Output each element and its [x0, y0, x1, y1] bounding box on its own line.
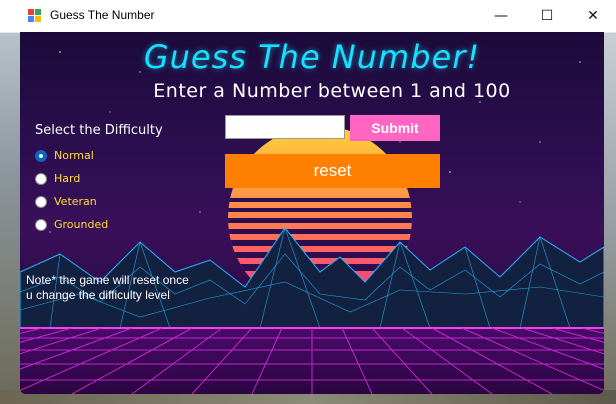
radio-icon[interactable] — [35, 196, 47, 208]
radio-selected-icon[interactable] — [35, 150, 47, 162]
submit-button[interactable]: Submit — [350, 115, 440, 141]
radio-label: Hard — [54, 172, 81, 185]
app-window: Guess The Number — ☐ ✕ Guess The Number!… — [0, 0, 616, 396]
maximize-button[interactable]: ☐ — [524, 0, 570, 32]
maximize-icon: ☐ — [540, 8, 554, 24]
radio-label: Veteran — [54, 195, 97, 208]
close-button[interactable]: ✕ — [570, 0, 616, 32]
game-subheading: Enter a Number between 1 and 100 — [153, 80, 511, 102]
radio-icon[interactable] — [35, 219, 47, 231]
close-icon: ✕ — [587, 8, 599, 24]
number-input[interactable] — [225, 115, 345, 139]
window-title: Guess The Number — [50, 8, 155, 22]
app-icon — [28, 9, 42, 23]
title-bar[interactable]: Guess The Number — ☐ ✕ — [0, 0, 616, 33]
minimize-icon: — — [494, 8, 508, 24]
game-heading: Guess The Number! — [143, 38, 481, 76]
minimize-button[interactable]: — — [478, 0, 524, 32]
radio-label: Grounded — [54, 218, 109, 231]
radio-label: Normal — [54, 149, 94, 162]
difficulty-label: Select the Difficulty — [35, 123, 163, 138]
radio-icon[interactable] — [35, 173, 47, 185]
game-panel: Guess The Number! Enter a Number between… — [20, 32, 604, 394]
reset-button[interactable]: reset — [225, 154, 440, 188]
difficulty-note: Note* the game will reset once u change … — [26, 273, 189, 302]
